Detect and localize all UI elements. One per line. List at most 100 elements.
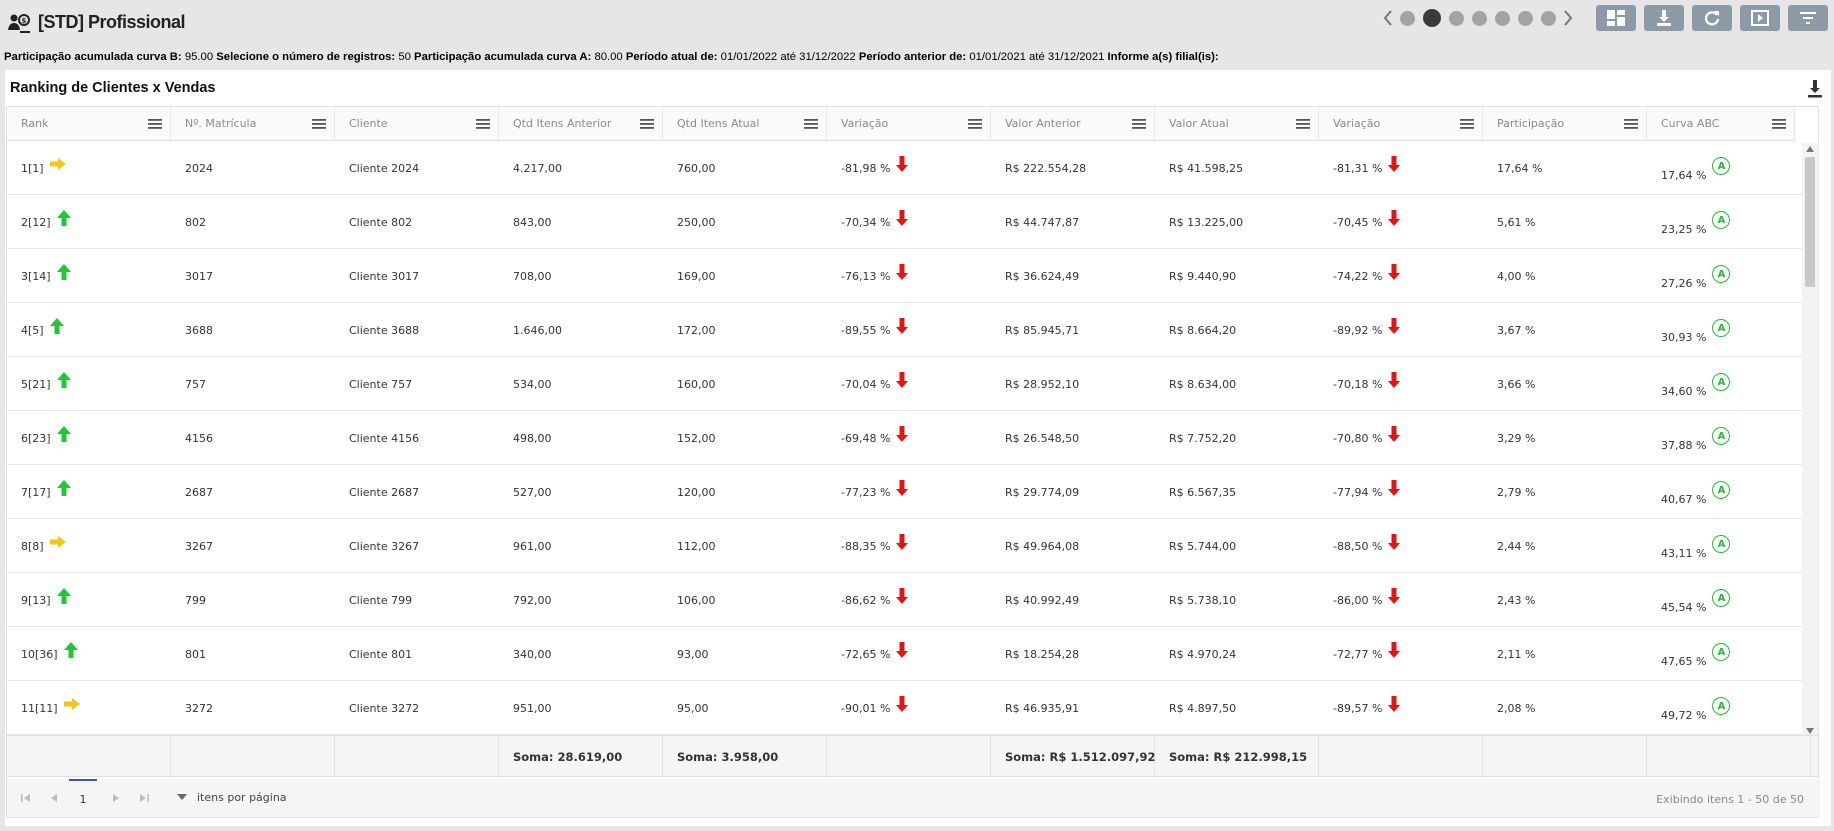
param-curva-a-label: Participação acumulada curva A: — [414, 51, 592, 63]
arrow-up-icon — [56, 210, 71, 226]
table-row[interactable]: 6[23] 4156 Cliente 4156 498,00 152,00 -69,48 … — [7, 411, 1818, 465]
chevron-left-icon[interactable] — [1380, 8, 1396, 28]
table-row[interactable]: 1[1] 2024 Cliente 2024 4.217,00 760,00 -81,98… — [7, 141, 1818, 195]
col-header-participacao[interactable]: Participação — [1483, 107, 1647, 141]
next-page-icon[interactable] — [109, 791, 123, 805]
cell-value: R$ 4.970,24 — [1169, 647, 1237, 661]
col-header-label: Curva ABC — [1661, 117, 1720, 130]
scroll-down-icon[interactable] — [1806, 728, 1814, 734]
table-row[interactable]: 5[21] 757 Cliente 757 534,00 160,00 -70,04 % R… — [7, 357, 1818, 411]
page-dot-7[interactable] — [1541, 10, 1556, 26]
page-dot-1[interactable] — [1400, 10, 1415, 26]
prev-page-icon[interactable] — [47, 791, 61, 805]
cell-value: -70,04 % — [841, 377, 891, 391]
scroll-thumb[interactable] — [1805, 157, 1815, 287]
column-menu-icon[interactable] — [1296, 118, 1310, 130]
arrow-down-icon — [896, 372, 909, 388]
refresh-button[interactable] — [1692, 5, 1732, 31]
scroll-up-icon[interactable] — [1806, 146, 1814, 152]
col-header-variacao-qtd[interactable]: Variação — [827, 107, 991, 141]
column-menu-icon[interactable] — [1460, 118, 1474, 130]
column-menu-icon[interactable] — [1132, 118, 1146, 130]
cell-curva-abc: 27,26 % A — [1647, 249, 1811, 303]
col-header-cliente[interactable]: Cliente — [335, 107, 499, 141]
table-row[interactable]: 3[14] 3017 Cliente 3017 708,00 169,00 -76,13 … — [7, 249, 1818, 303]
app-title: [STD] Profissional — [38, 12, 186, 32]
cell-value: 1.646,00 — [513, 323, 562, 337]
col-header-qtd-itens-anterior[interactable]: Qtd Itens Anterior — [499, 107, 663, 141]
cell-cliente: Cliente 3688 — [335, 303, 499, 357]
cell-qtd-itens-atual: 172,00 — [663, 303, 827, 357]
col-header-qtd-itens-atual[interactable]: Qtd Itens Atual — [663, 107, 827, 141]
cell-value: 120,00 — [677, 485, 716, 499]
cell-participacao: 4,00 % — [1483, 249, 1647, 303]
cell-cliente: Cliente 801 — [335, 627, 499, 681]
column-menu-icon[interactable] — [476, 118, 490, 130]
column-menu-icon[interactable] — [804, 118, 818, 130]
column-menu-icon[interactable] — [1624, 118, 1638, 130]
column-menu-icon[interactable] — [968, 118, 982, 130]
page-size-label: itens por página — [197, 791, 287, 804]
table-row[interactable]: 7[17] 2687 Cliente 2687 527,00 120,00 -77,23 … — [7, 465, 1818, 519]
parameters-summary: Participação acumulada curva B: 95.00 Se… — [4, 51, 1219, 63]
cell-value: 527,00 — [513, 485, 552, 499]
cell-matricula: 3017 — [171, 249, 335, 303]
cell-variacao-qtd: -81,98 % — [827, 141, 991, 195]
column-menu-icon[interactable] — [640, 118, 654, 130]
col-header-variacao-valor[interactable]: Variação — [1319, 107, 1483, 141]
last-page-icon[interactable] — [137, 791, 151, 805]
cell-value: 49,72 % — [1661, 709, 1707, 722]
col-header-curva-abc[interactable]: Curva ABC — [1647, 107, 1795, 141]
presentation-button[interactable] — [1740, 5, 1780, 31]
cell-value: R$ 8.664,20 — [1169, 323, 1237, 337]
dashboard-button[interactable] — [1596, 5, 1636, 31]
download-button[interactable] — [1644, 5, 1684, 31]
refresh-icon — [1704, 11, 1720, 26]
cell-value: 17,64 % — [1661, 169, 1707, 182]
grid-body[interactable]: 1[1] 2024 Cliente 2024 4.217,00 760,00 -81,98… — [7, 141, 1820, 735]
arrow-down-icon — [896, 480, 909, 496]
table-row[interactable]: 2[12] 802 Cliente 802 843,00 250,00 -70,34 % R… — [7, 195, 1818, 249]
page-dot-5[interactable] — [1495, 10, 1510, 26]
col-header-valor-anterior[interactable]: Valor Anterior — [991, 107, 1155, 141]
column-menu-icon[interactable] — [148, 118, 162, 130]
col-header-matricula[interactable]: Nº. Matrícula — [171, 107, 335, 141]
arrow-down-icon — [1388, 642, 1401, 658]
table-row[interactable]: 4[5] 3688 Cliente 3688 1.646,00 172,00 -89,55… — [7, 303, 1818, 357]
table-row[interactable]: 8[8] 3267 Cliente 3267 961,00 112,00 -88,35 %… — [7, 519, 1818, 573]
table-row[interactable]: 9[13] 799 Cliente 799 792,00 106,00 -86,62 % R… — [7, 573, 1818, 627]
table-row[interactable]: 11[11] 3272 Cliente 3272 951,00 95,00 -90,01 … — [7, 681, 1818, 735]
cell-qtd-itens-atual: 112,00 — [663, 519, 827, 573]
col-header-valor-atual[interactable]: Valor Atual — [1155, 107, 1319, 141]
cell-qtd-itens-atual: 106,00 — [663, 573, 827, 627]
page-dot-3[interactable] — [1449, 10, 1464, 26]
column-menu-icon[interactable] — [312, 118, 326, 130]
first-page-icon[interactable] — [19, 791, 33, 805]
arrow-right-icon — [63, 698, 80, 710]
arrow-down-icon — [896, 264, 909, 280]
vertical-scrollbar[interactable] — [1802, 143, 1818, 737]
filter-button[interactable] — [1788, 5, 1828, 31]
arrow-down-icon — [896, 210, 909, 226]
page-dot-2-active[interactable] — [1423, 9, 1441, 27]
cell-valor-atual: R$ 8.634,00 — [1155, 357, 1319, 411]
cell-value: 8[8] — [21, 539, 44, 553]
table-row[interactable]: 10[36] 801 Cliente 801 340,00 93,00 -72,65 % R… — [7, 627, 1818, 681]
page-dot-4[interactable] — [1472, 10, 1487, 26]
cell-value: 40,67 % — [1661, 493, 1707, 506]
cell-value: R$ 8.634,00 — [1169, 377, 1237, 391]
chevron-right-icon[interactable] — [1560, 8, 1576, 28]
cell-qtd-itens-anterior: 1.646,00 — [499, 303, 663, 357]
download-icon — [1657, 10, 1671, 26]
page-number-current[interactable]: 1 — [69, 779, 97, 817]
cell-valor-atual: R$ 5.744,00 — [1155, 519, 1319, 573]
cell-rank: 8[8] — [7, 519, 171, 573]
cell-valor-atual: R$ 8.664,20 — [1155, 303, 1319, 357]
cell-value: 17,64 % — [1497, 161, 1543, 175]
column-menu-icon[interactable] — [1772, 118, 1786, 130]
page-dot-6[interactable] — [1518, 10, 1533, 26]
col-header-rank[interactable]: Rank — [7, 107, 171, 141]
download-icon[interactable] — [1807, 80, 1823, 98]
cell-valor-atual: R$ 7.752,20 — [1155, 411, 1319, 465]
page-size-dropdown-icon[interactable] — [175, 791, 189, 803]
